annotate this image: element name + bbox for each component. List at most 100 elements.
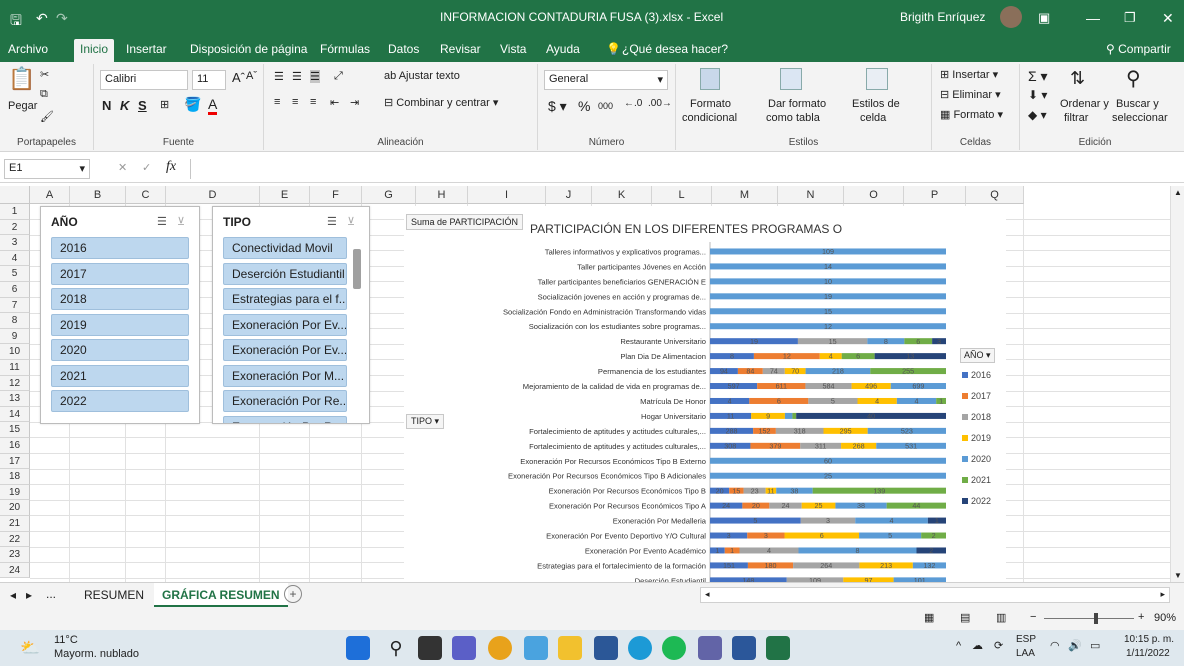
wifi-icon[interactable]: ◠ bbox=[1050, 639, 1060, 652]
indent-increase-icon[interactable]: ⇥ bbox=[350, 96, 359, 109]
cell-styles-label[interactable]: Estilos de bbox=[852, 98, 900, 110]
underline-button[interactable]: S bbox=[138, 98, 147, 113]
fill-color-icon[interactable]: 🪣 bbox=[184, 96, 201, 113]
autosum-icon[interactable]: Σ ▾ bbox=[1028, 68, 1048, 85]
legend-item[interactable]: 2021 bbox=[962, 475, 991, 485]
tab-insertar[interactable]: Insertar bbox=[120, 39, 173, 62]
align-middle-icon[interactable]: ☰ bbox=[292, 70, 302, 83]
bar-segment[interactable] bbox=[784, 412, 793, 419]
store-icon[interactable] bbox=[594, 636, 618, 660]
thousands-button[interactable]: 000 bbox=[598, 101, 613, 111]
align-right-icon[interactable]: ≡ bbox=[310, 96, 316, 108]
column-header[interactable]: A bbox=[30, 186, 70, 204]
slicer-type-item[interactable]: Exoneración Por Re... bbox=[223, 390, 347, 412]
format-table-label2[interactable]: como tabla bbox=[766, 112, 820, 124]
vertical-scrollbar[interactable]: ▲ ▼ bbox=[1170, 186, 1184, 582]
column-header[interactable]: B bbox=[70, 186, 126, 204]
sheet-nav-more[interactable]: ... bbox=[46, 587, 56, 601]
start-icon[interactable] bbox=[346, 636, 370, 660]
slicer-year[interactable]: AÑO ☰ ⊻ 2016 2017 2018 2019 2020 2021 2022 bbox=[40, 206, 200, 424]
tab-ayuda[interactable]: Ayuda bbox=[540, 39, 586, 62]
restore-icon[interactable]: ❐ bbox=[1124, 10, 1136, 26]
format-cells-button[interactable]: ▦ Formato ▾ bbox=[940, 108, 1003, 121]
pivot-legend-field-button[interactable]: AÑO ▾ bbox=[960, 348, 995, 363]
clock-date[interactable]: 1/11/2022 bbox=[1126, 648, 1170, 659]
column-header[interactable]: I bbox=[468, 186, 546, 204]
align-bottom-icon[interactable]: ☰ bbox=[310, 70, 320, 83]
scroll-up-icon[interactable]: ▲ bbox=[1174, 188, 1182, 197]
photos-icon[interactable] bbox=[524, 636, 548, 660]
row-header[interactable]: 18 bbox=[0, 469, 30, 485]
grow-font-icon[interactable]: Aˆ bbox=[232, 70, 245, 85]
minimize-icon[interactable]: — bbox=[1086, 10, 1100, 26]
tab-vista[interactable]: Vista bbox=[494, 39, 532, 62]
paste-icon[interactable]: 📋 bbox=[8, 66, 35, 92]
formula-input[interactable] bbox=[190, 159, 1170, 179]
slicer-type-item[interactable]: Exoneración Por Re... bbox=[223, 415, 347, 423]
edge-icon[interactable] bbox=[628, 636, 652, 660]
tab-disposicion[interactable]: Disposición de página bbox=[184, 39, 313, 62]
tab-datos[interactable]: Datos bbox=[382, 39, 425, 62]
zoom-out-icon[interactable]: − bbox=[1030, 611, 1036, 623]
font-color-icon[interactable]: A bbox=[208, 96, 218, 115]
cancel-icon[interactable]: ✕ bbox=[118, 161, 127, 174]
column-header[interactable]: E bbox=[260, 186, 310, 204]
row-header[interactable]: 20 bbox=[0, 500, 30, 516]
format-painter-icon[interactable]: 🖌 bbox=[40, 110, 54, 123]
page-break-icon[interactable]: ▥ bbox=[996, 611, 1006, 624]
column-header[interactable]: M bbox=[712, 186, 778, 204]
legend-item[interactable]: 2018 bbox=[962, 412, 991, 422]
slicer-type-item[interactable]: Exoneración Por M... bbox=[223, 364, 347, 387]
orientation-icon[interactable]: ⤢ bbox=[334, 70, 343, 83]
legend-item[interactable]: 2020 bbox=[962, 454, 991, 464]
row-header[interactable]: 23 bbox=[0, 547, 30, 563]
row-header[interactable]: 2 bbox=[0, 219, 30, 236]
legend-item[interactable]: 2017 bbox=[962, 391, 991, 401]
align-center-icon[interactable]: ≡ bbox=[292, 96, 298, 108]
ribbon-display-icon[interactable]: ▣ bbox=[1038, 10, 1050, 26]
next-sheet-icon[interactable]: ▸ bbox=[26, 588, 32, 602]
row-header[interactable]: 4 bbox=[0, 250, 30, 267]
column-header[interactable]: K bbox=[592, 186, 652, 204]
row-header[interactable]: 5 bbox=[0, 266, 30, 282]
row-header[interactable]: 7 bbox=[0, 297, 30, 314]
avatar[interactable] bbox=[1000, 6, 1022, 28]
number-format-select[interactable]: General ▾ bbox=[544, 70, 668, 90]
clear-filter-icon[interactable]: ⊻ bbox=[347, 215, 355, 228]
sheet-tab-grafica[interactable]: GRÁFICA RESUMEN bbox=[154, 583, 288, 607]
format-table-label[interactable]: Dar formato bbox=[768, 98, 826, 110]
legend-item[interactable]: 2022 bbox=[962, 496, 991, 506]
slicer-year-item[interactable]: 2022 bbox=[51, 390, 189, 412]
row-header[interactable]: 17 bbox=[0, 453, 30, 470]
row-header[interactable]: 9 bbox=[0, 328, 30, 345]
excel-icon[interactable] bbox=[766, 636, 790, 660]
zoom-in-icon[interactable]: + bbox=[1138, 611, 1144, 623]
fill-icon[interactable]: ⬇ ▾ bbox=[1028, 88, 1047, 102]
volume-icon[interactable]: 🔊 bbox=[1068, 639, 1082, 652]
font-name-select[interactable]: Calibri bbox=[100, 70, 188, 90]
legend-item[interactable]: 2019 bbox=[962, 433, 991, 443]
tab-revisar[interactable]: Revisar bbox=[434, 39, 487, 62]
align-left-icon[interactable]: ≡ bbox=[274, 96, 280, 108]
slicer-scrollbar[interactable] bbox=[353, 249, 361, 289]
prev-sheet-icon[interactable]: ◂ bbox=[10, 588, 16, 602]
battery-icon[interactable]: ▭ bbox=[1090, 639, 1100, 652]
close-icon[interactable]: ✕ bbox=[1162, 10, 1174, 27]
slicer-type-item[interactable]: Deserción Estudiantil bbox=[223, 262, 347, 285]
row-header[interactable]: 8 bbox=[0, 313, 30, 329]
lang-layout[interactable]: LAA bbox=[1016, 648, 1035, 659]
pivot-chart[interactable]: Suma de PARTICIPACIÓN TIPO ▾ PARTICIPACI… bbox=[404, 206, 1006, 582]
tab-formulas[interactable]: Fórmulas bbox=[314, 39, 376, 62]
scroll-left-icon[interactable]: ◂ bbox=[705, 589, 710, 600]
scroll-right-icon[interactable]: ▸ bbox=[1160, 589, 1165, 600]
legend-item[interactable]: 2016 bbox=[962, 370, 991, 380]
multiselect-icon[interactable]: ☰ bbox=[327, 215, 337, 228]
sheet-tab-resumen[interactable]: RESUMEN bbox=[74, 583, 156, 607]
row-header[interactable]: 3 bbox=[0, 235, 30, 251]
bar-segment[interactable] bbox=[792, 412, 797, 419]
column-header[interactable]: F bbox=[310, 186, 362, 204]
share-button[interactable]: ⚲ Compartir bbox=[1100, 39, 1177, 62]
cloud-icon[interactable]: ☁ bbox=[972, 639, 983, 652]
sort-label[interactable]: Ordenar y bbox=[1060, 98, 1109, 110]
copy-icon[interactable]: ⧉ bbox=[40, 88, 48, 101]
